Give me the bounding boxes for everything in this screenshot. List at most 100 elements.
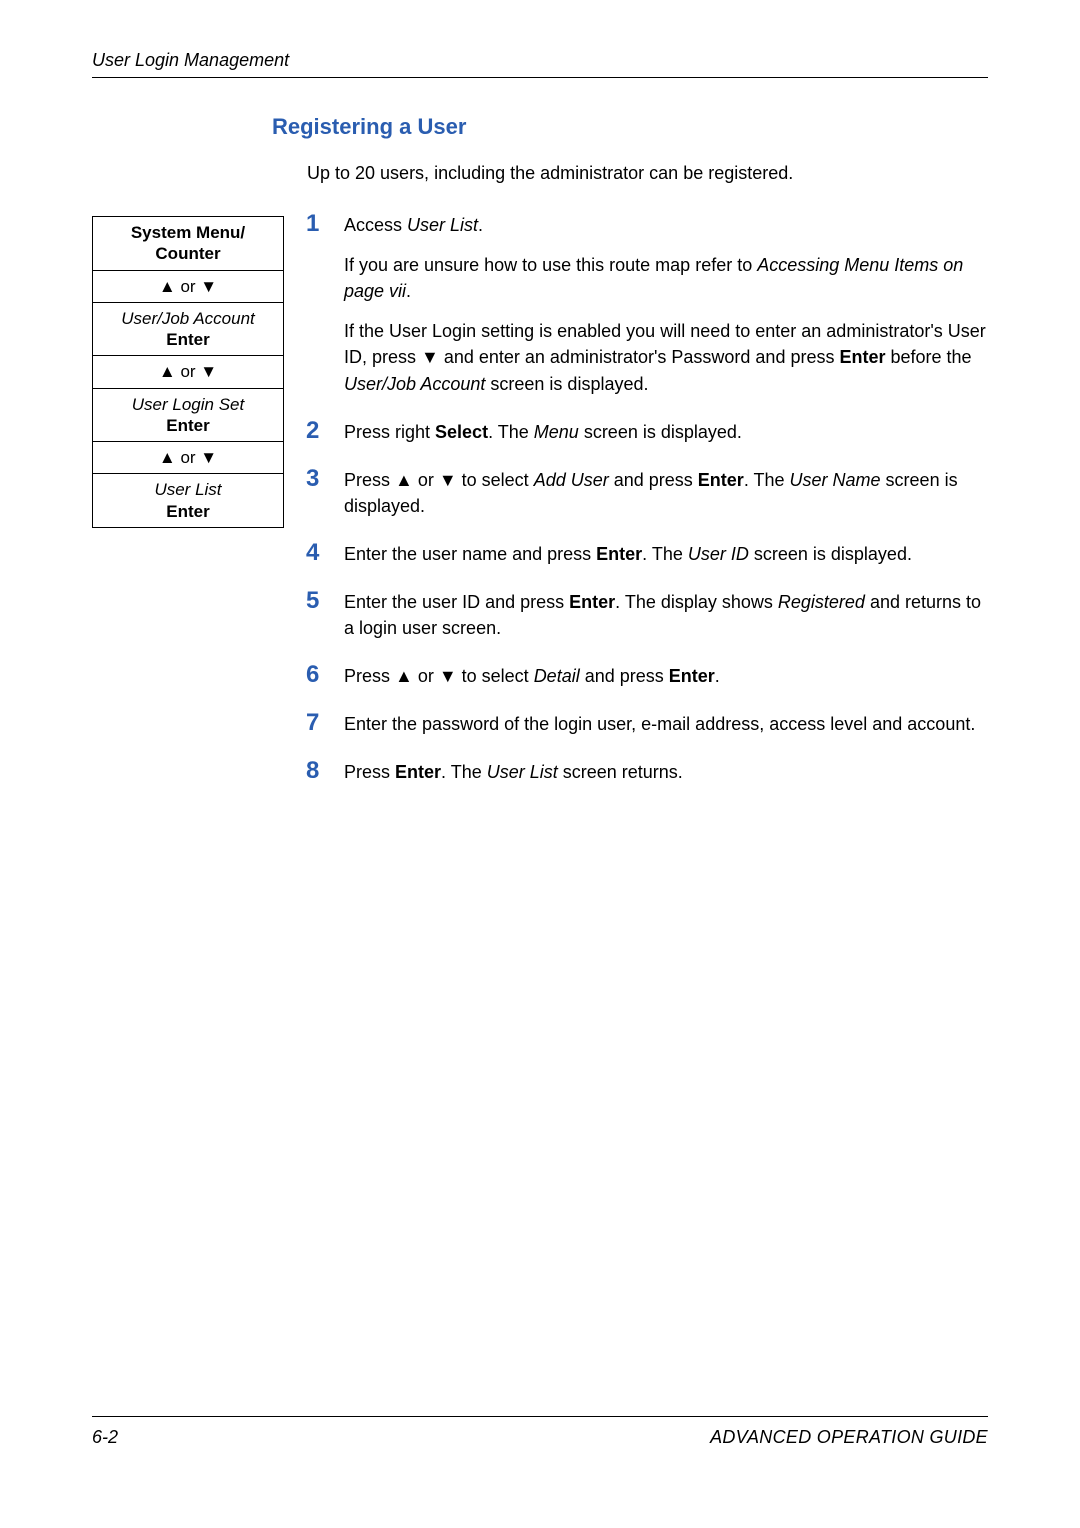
text-run: . The display shows [615,592,778,612]
nav-cell: User/Job Account Enter [93,302,284,356]
nav-text: User/Job Account [121,309,255,328]
text-run: . The [744,470,790,490]
up-down-icon: ▲ or ▼ [159,448,217,467]
step-paragraph: Access User List. [344,212,988,238]
step-number: 2 [306,417,344,445]
up-down-icon: ▲ or ▼ [159,277,217,296]
step-paragraph: Enter the user ID and press Enter. The d… [344,589,988,641]
step-body: Enter the user name and press Enter. The… [344,541,988,567]
text-run: screen returns. [558,762,683,782]
step-body: Enter the user ID and press Enter. The d… [344,589,988,641]
text-run: Detail [534,666,580,686]
text-run: Press ▲ or ▼ to select [344,470,534,490]
text-run: If you are unsure how to use this route … [344,255,757,275]
text-run: Menu [534,422,579,442]
text-run: Enter [839,347,885,367]
text-run: Enter [698,470,744,490]
step-paragraph: Press Enter. The User List screen return… [344,759,988,785]
section-intro: Up to 20 users, including the administra… [307,160,988,186]
step-body: Access User List. If you are unsure how t… [344,212,988,397]
text-run: Enter the password of the login user, e-… [344,714,975,734]
text-run: User Name [790,470,881,490]
nav-cell: User Login Set Enter [93,388,284,442]
step-paragraph: Press ▲ or ▼ to select Add User and pres… [344,467,988,519]
text-run: Press right [344,422,435,442]
nav-text: Enter [166,502,209,521]
text-run: . The [642,544,688,564]
nav-cell: System Menu/ Counter [93,217,284,271]
text-run: . The [441,762,487,782]
step-number: 8 [306,757,344,785]
nav-cell: ▲ or ▼ [93,270,284,302]
step-body: Press right Select. The Menu screen is d… [344,419,988,445]
header-rule [92,77,988,78]
nav-cell: User List Enter [93,474,284,528]
step: 7Enter the password of the login user, e… [306,709,988,737]
text-run: Enter [395,762,441,782]
step-paragraph: Press right Select. The Menu screen is d… [344,419,988,445]
text-run: . [478,215,483,235]
nav-cell: ▲ or ▼ [93,356,284,388]
step-paragraph: Enter the user name and press Enter. The… [344,541,988,567]
step-body: Press Enter. The User List screen return… [344,759,988,785]
step-body: Press ▲ or ▼ to select Add User and pres… [344,467,988,519]
text-run: Add User [534,470,609,490]
text-run: . The [488,422,534,442]
steps-list: 1Access User List. If you are unsure how … [306,210,988,805]
step-number: 6 [306,661,344,689]
section-title: Registering a User [272,114,988,140]
page-footer: 6-2 ADVANCED OPERATION GUIDE [92,1416,988,1448]
text-run: Registered [778,592,865,612]
nav-text: User List [154,480,221,499]
footer-rule [92,1416,988,1417]
step-paragraph: Press ▲ or ▼ to select Detail and press … [344,663,988,689]
text-run: Press [344,762,395,782]
step: 5Enter the user ID and press Enter. The … [306,587,988,641]
step-number: 3 [306,465,344,493]
step-paragraph: If the User Login setting is enabled you… [344,318,988,396]
up-down-icon: ▲ or ▼ [159,362,217,381]
step-body: Enter the password of the login user, e-… [344,711,988,737]
step-number: 5 [306,587,344,615]
text-run: Enter the user name and press [344,544,596,564]
step-paragraph: Enter the password of the login user, e-… [344,711,988,737]
text-run: Access [344,215,407,235]
chapter-header: User Login Management [92,50,988,71]
step: 6Press ▲ or ▼ to select Detail and press… [306,661,988,689]
step: 8Press Enter. The User List screen retur… [306,757,988,785]
text-run: User/Job Account [344,374,485,394]
nav-text: System Menu/ [131,223,245,242]
text-run: Select [435,422,488,442]
text-run: before the [886,347,972,367]
text-run: screen is displayed. [579,422,742,442]
page-number: 6-2 [92,1427,118,1448]
nav-text: User Login Set [132,395,244,414]
step-body: Press ▲ or ▼ to select Detail and press … [344,663,988,689]
step: 1Access User List. If you are unsure how … [306,210,988,397]
text-run: Enter the user ID and press [344,592,569,612]
nav-text: Enter [166,330,209,349]
text-run: and press [609,470,698,490]
text-run: Enter [669,666,715,686]
step: 4Enter the user name and press Enter. Th… [306,539,988,567]
step: 2Press right Select. The Menu screen is … [306,417,988,445]
text-run: User List [407,215,478,235]
text-run: Enter [596,544,642,564]
guide-name: ADVANCED OPERATION GUIDE [710,1427,988,1448]
text-run: screen is displayed. [485,374,648,394]
text-run: . [406,281,411,301]
text-run: . [715,666,720,686]
step-number: 4 [306,539,344,567]
text-run: screen is displayed. [749,544,912,564]
step-paragraph: If you are unsure how to use this route … [344,252,988,304]
route-map-table: System Menu/ Counter ▲ or ▼ User/Job Acc… [92,216,284,528]
text-run: Press ▲ or ▼ to select [344,666,534,686]
text-run: Enter [569,592,615,612]
step-number: 7 [306,709,344,737]
nav-text: Enter [166,416,209,435]
nav-text: Counter [155,244,220,263]
nav-cell: ▲ or ▼ [93,442,284,474]
text-run: and press [580,666,669,686]
step-number: 1 [306,210,344,238]
text-run: User List [487,762,558,782]
